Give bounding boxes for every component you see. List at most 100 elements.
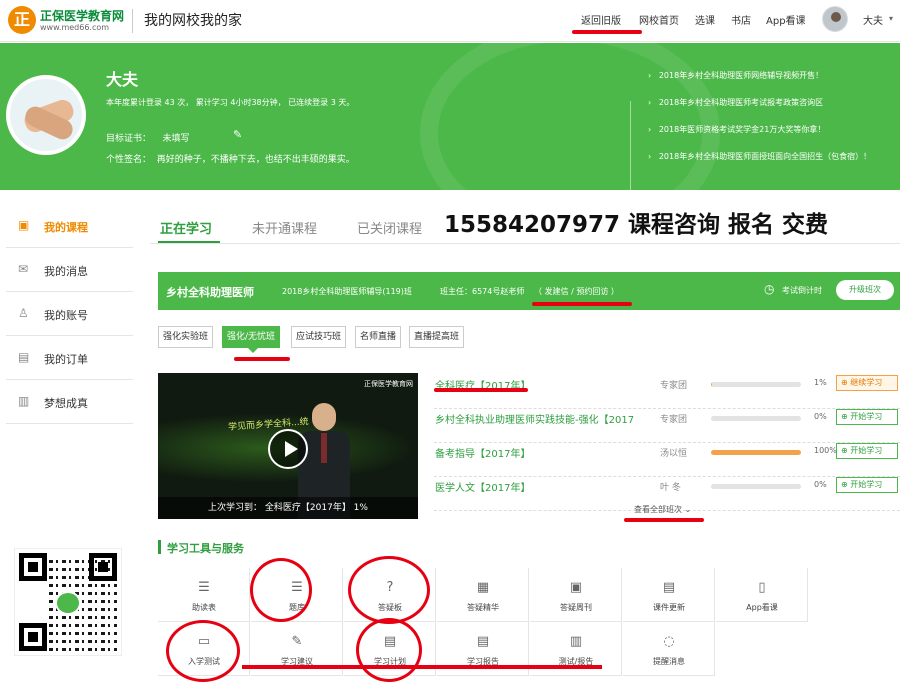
tool-question[interactable]: ? 答疑板 <box>344 568 436 622</box>
nav-home[interactable]: 网校首页 <box>639 12 679 27</box>
course-row-title[interactable]: 备考指导【2017年】 <box>435 445 530 460</box>
video-player[interactable]: 学见而乡学全科...统 正保医学教育网 上次学习到： 全科医疗【2017年】 1… <box>158 373 418 519</box>
chevron-down-icon[interactable]: ▾ <box>889 14 893 23</box>
subtab-live-advanced[interactable]: 直播提高班 <box>409 326 465 348</box>
course-class: 2018乡村全科助理医师辅导(119)班 <box>282 287 412 296</box>
qr-finder <box>19 553 47 581</box>
start-button[interactable]: ⊕ 开始学习 <box>836 477 898 493</box>
tab-closed[interactable]: 已关闭课程 <box>357 218 422 237</box>
logo-mark-icon: 正 <box>8 6 36 34</box>
cert-value: 未填写 <box>162 134 190 144</box>
tool-edit[interactable]: ✎ 学习建议 <box>251 622 343 676</box>
play-icon[interactable] <box>268 429 308 469</box>
start-button[interactable]: ⊕ 开始学习 <box>836 409 898 425</box>
tool-list[interactable]: ☰ 题库 <box>251 568 343 622</box>
upgrade-button[interactable]: 升级班次 <box>836 280 894 300</box>
progress-bar <box>711 484 801 489</box>
site-title: 我的网校我的家 <box>144 13 242 29</box>
news-item[interactable]: › 2018年乡村全科助理医师考试报考政策咨询区 <box>648 97 823 108</box>
contact-overlay: 15584207977 课程咨询 报名 交费 <box>444 212 829 238</box>
list-icon: ☰ <box>291 580 303 595</box>
nav-app[interactable]: App看课 <box>766 12 806 27</box>
tool-phone[interactable]: ▯ App看课 <box>716 568 808 622</box>
start-button[interactable]: ⊕ 开始学习 <box>836 443 898 459</box>
qr-finder <box>89 553 117 581</box>
subtab-strengthen[interactable]: 强化/无忧班 <box>222 326 281 348</box>
course-row-title[interactable]: 乡村全科执业助理医师实践技能-强化【2017 <box>435 411 634 426</box>
user-avatar-small[interactable] <box>822 6 848 32</box>
sidebar-item-orders[interactable]: ▤ 我的订单 <box>6 336 133 380</box>
sidebar-item-label: 我的消息 <box>44 265 88 278</box>
phone-icon: ▯ <box>758 580 766 595</box>
sidebar-item-my-courses[interactable]: ▣ 我的课程 <box>6 204 133 248</box>
tool-report[interactable]: ▤ 学习报告 <box>437 622 529 676</box>
presenter-head <box>312 403 336 431</box>
progress-fill <box>711 450 801 455</box>
news-item[interactable]: › 2018年乡村全科助理医师网络辅导视频开售！ <box>648 70 823 81</box>
sidebar-item-label: 我的账号 <box>44 309 88 322</box>
news-divider <box>630 101 631 190</box>
continue-button[interactable]: ⊕ 继续学习 <box>836 375 898 391</box>
chat-icon: ◌ <box>663 634 675 649</box>
tab-unopened[interactable]: 未开通课程 <box>252 218 317 237</box>
tool-archive[interactable]: ▦ 答疑精华 <box>437 568 529 622</box>
subtab-lab[interactable]: 强化实验班 <box>158 326 214 348</box>
news-item[interactable]: › 2018年医师资格考试奖学金21万大奖等你拿！ <box>648 124 825 135</box>
tab-learning[interactable]: 正在学习 <box>160 218 212 237</box>
monitor-icon: ▣ <box>18 218 30 232</box>
sidebar-item-label: 梦想成真 <box>44 397 88 410</box>
sidebar-item-account[interactable]: ♙ 我的账号 <box>6 292 133 336</box>
subtab-exam-skills[interactable]: 应试技巧班 <box>291 326 347 348</box>
profile-avatar[interactable] <box>6 75 86 155</box>
envelope-icon: ✉ <box>18 262 29 276</box>
tool-label: 助读表 <box>192 603 216 612</box>
nav-bookstore[interactable]: 书店 <box>731 12 751 27</box>
tool-label: 入学测试 <box>188 657 220 666</box>
tool-sheet[interactable]: ☰ 助读表 <box>158 568 250 622</box>
nav-courses[interactable]: 选课 <box>695 12 715 27</box>
video-logo: 正保医学教育网 <box>364 380 413 388</box>
course-row: 备考指导【2017年】 汤以恒 100% ⊕ 开始学习 <box>434 443 900 477</box>
tool-label: 课件更新 <box>653 603 685 612</box>
report-icon: ▤ <box>476 634 490 649</box>
news-text: 2018年乡村全科助理医师面授班面向全国招生（包食宿）！ <box>658 152 872 161</box>
last-study[interactable]: 上次学习到： 全科医疗【2017年】 1% <box>158 497 418 519</box>
button-label: 开始学习 <box>850 446 883 455</box>
archive-icon: ▦ <box>476 580 490 595</box>
tool-chart[interactable]: ▥ 测试/报告 <box>530 622 622 676</box>
tool-chat[interactable]: ◌ 提醒消息 <box>623 622 715 676</box>
profile-motto: 个性签名： 再好的种子，不播种下去，也结不出丰硕的果实。 <box>106 152 355 165</box>
presenter-tie <box>321 433 327 463</box>
sidebar-item-dreams[interactable]: ▥ 梦想成真 <box>6 380 133 424</box>
subtab-live-teacher[interactable]: 名师直播 <box>355 326 402 348</box>
course-row-teacher: 叶 冬 <box>660 483 681 493</box>
profile-cert: 目标证书： 未填写 <box>106 131 189 144</box>
pencil-icon[interactable]: ✎ <box>233 128 242 141</box>
tool-calendar[interactable]: ▣ 答疑周刊 <box>530 568 622 622</box>
news-item[interactable]: › 2018年乡村全科助理医师面授班面向全国招生（包食宿）！ <box>648 151 871 162</box>
course-row-teacher: 专家团 <box>660 381 688 391</box>
tool-monitor-check[interactable]: ▭ 入学测试 <box>158 622 250 676</box>
progress-percent: 100% <box>814 446 837 455</box>
course-row-title[interactable]: 全科医疗【2017年】 <box>435 377 530 392</box>
nav-old-version[interactable]: 返回旧版 <box>581 12 621 27</box>
view-all-classes[interactable]: 查看全部班次 ⌄ <box>634 504 691 515</box>
qr-finder <box>19 623 47 651</box>
tools-title: 学习工具与服务 <box>167 542 244 555</box>
section-marker <box>158 540 161 554</box>
cert-label: 目标证书： <box>106 134 152 144</box>
book-icon: ▥ <box>18 394 30 408</box>
course-row: 全科医疗【2017年】 专家团 1% ⊕ 继续学习 <box>434 375 900 409</box>
tabs-divider <box>150 243 900 244</box>
tool-plan[interactable]: ▤ 学习计划 <box>344 622 436 676</box>
calendar-icon: ▣ <box>569 580 583 595</box>
course-row-title[interactable]: 医学人文【2017年】 <box>435 479 530 494</box>
site-logo[interactable]: 正 正保医学教育网 www.med66.com <box>8 6 128 36</box>
course-contact-links[interactable]: （ 发建信 / 预约回访 ） <box>534 286 619 297</box>
exam-countdown[interactable]: 考试倒计时 <box>782 285 822 296</box>
sidebar-item-messages[interactable]: ✉ 我的消息 <box>6 248 133 292</box>
user-menu[interactable]: 大夫 <box>863 12 883 27</box>
tool-label: 答疑周刊 <box>560 603 592 612</box>
plan-icon: ▤ <box>383 634 397 649</box>
tool-document[interactable]: ▤ 课件更新 <box>623 568 715 622</box>
